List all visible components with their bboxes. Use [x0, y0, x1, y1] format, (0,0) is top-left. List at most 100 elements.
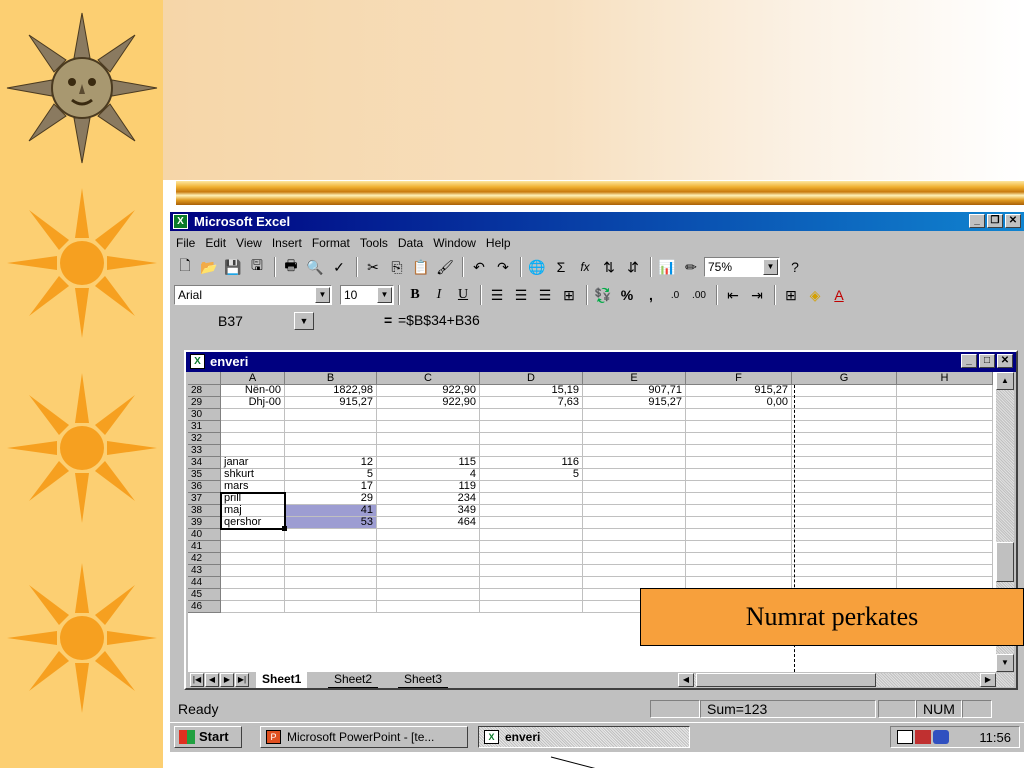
tab-sheet2[interactable]: Sheet2 — [328, 672, 379, 688]
autosum-icon[interactable]: Σ — [550, 256, 572, 278]
cell-b38[interactable]: 41 — [285, 505, 377, 517]
paste-icon[interactable]: 📋 — [410, 256, 432, 278]
minimize-button[interactable]: _ — [969, 214, 985, 228]
cell-f28[interactable]: 915,27 — [686, 385, 792, 397]
row-header[interactable]: 43 — [188, 565, 221, 577]
cell-c46[interactable] — [377, 601, 480, 613]
comma-style-icon[interactable]: , — [640, 284, 662, 306]
cell-h38[interactable] — [897, 505, 993, 517]
cell-f34[interactable] — [686, 457, 792, 469]
borders-icon[interactable]: ⊞ — [780, 284, 802, 306]
font-name-select[interactable]: Arial ▼ — [174, 285, 332, 305]
cell-d36[interactable] — [480, 481, 583, 493]
cell-c37[interactable]: 234 — [377, 493, 480, 505]
cell-a33[interactable] — [221, 445, 285, 457]
increase-decimal-icon[interactable]: .0 — [664, 284, 686, 306]
display-icon[interactable] — [915, 730, 931, 744]
workbook-restore-button[interactable]: □ — [979, 354, 995, 368]
cell-h31[interactable] — [897, 421, 993, 433]
cell-f42[interactable] — [686, 553, 792, 565]
menu-data[interactable]: Data — [398, 236, 423, 250]
column-header-b[interactable]: B — [285, 372, 377, 385]
cell-h40[interactable] — [897, 529, 993, 541]
save-icon[interactable]: 💾 — [222, 256, 244, 278]
cell-g33[interactable] — [792, 445, 897, 457]
undo-icon[interactable]: ↶ — [468, 256, 490, 278]
cell-a32[interactable] — [221, 433, 285, 445]
cell-c29[interactable]: 922,90 — [377, 397, 480, 409]
cell-g41[interactable] — [792, 541, 897, 553]
cell-a45[interactable] — [221, 589, 285, 601]
cell-e41[interactable] — [583, 541, 686, 553]
cell-g35[interactable] — [792, 469, 897, 481]
cell-c31[interactable] — [377, 421, 480, 433]
zoom-select[interactable]: 75% ▼ — [704, 257, 780, 277]
cell-b35[interactable]: 5 — [285, 469, 377, 481]
cell-b39[interactable]: 53 — [285, 517, 377, 529]
cell-a36[interactable]: mars — [221, 481, 285, 493]
cell-h29[interactable] — [897, 397, 993, 409]
cell-g38[interactable] — [792, 505, 897, 517]
cell-c39[interactable]: 464 — [377, 517, 480, 529]
cell-e32[interactable] — [583, 433, 686, 445]
row-header[interactable]: 46 — [188, 601, 221, 613]
chevron-down-icon[interactable]: ▼ — [763, 259, 778, 275]
cell-f33[interactable] — [686, 445, 792, 457]
cell-b45[interactable] — [285, 589, 377, 601]
cell-h43[interactable] — [897, 565, 993, 577]
align-left-icon[interactable]: ☰ — [486, 284, 508, 306]
scroll-down-icon[interactable]: ▼ — [996, 654, 1014, 672]
cell-e42[interactable] — [583, 553, 686, 565]
cell-d39[interactable] — [480, 517, 583, 529]
cell-d45[interactable] — [480, 589, 583, 601]
cell-d40[interactable] — [480, 529, 583, 541]
sort-descending-icon[interactable]: ⇵ — [622, 256, 644, 278]
cell-d28[interactable]: 15,19 — [480, 385, 583, 397]
row-header[interactable]: 40 — [188, 529, 221, 541]
cell-b28[interactable]: 1822,98 — [285, 385, 377, 397]
cell-e31[interactable] — [583, 421, 686, 433]
cell-d35[interactable]: 5 — [480, 469, 583, 481]
font-color-icon[interactable]: A — [828, 284, 850, 306]
menu-window[interactable]: Window — [433, 236, 476, 250]
cell-g32[interactable] — [792, 433, 897, 445]
cell-e34[interactable] — [583, 457, 686, 469]
cell-c40[interactable] — [377, 529, 480, 541]
cell-b41[interactable] — [285, 541, 377, 553]
cell-b31[interactable] — [285, 421, 377, 433]
shield-icon[interactable] — [933, 730, 949, 744]
row-header[interactable]: 35 — [188, 469, 221, 481]
row-header[interactable]: 39 — [188, 517, 221, 529]
first-sheet-icon[interactable]: |◀ — [190, 673, 204, 687]
cell-f31[interactable] — [686, 421, 792, 433]
cell-h33[interactable] — [897, 445, 993, 457]
cell-a39[interactable]: qershor — [221, 517, 285, 529]
cell-b43[interactable] — [285, 565, 377, 577]
cell-h35[interactable] — [897, 469, 993, 481]
prev-sheet-icon[interactable]: ◀ — [205, 673, 219, 687]
spelling-icon[interactable]: ✓ — [328, 256, 350, 278]
row-header[interactable]: 30 — [188, 409, 221, 421]
cell-g37[interactable] — [792, 493, 897, 505]
help-icon[interactable]: ? — [784, 256, 806, 278]
formula-input[interactable]: =$B$34+B36 — [398, 312, 480, 328]
cell-d32[interactable] — [480, 433, 583, 445]
last-sheet-icon[interactable]: ▶| — [235, 673, 249, 687]
cell-g42[interactable] — [792, 553, 897, 565]
decrease-decimal-icon[interactable]: .00 — [688, 284, 710, 306]
cell-g34[interactable] — [792, 457, 897, 469]
cell-c44[interactable] — [377, 577, 480, 589]
cell-e30[interactable] — [583, 409, 686, 421]
cell-h42[interactable] — [897, 553, 993, 565]
column-header-e[interactable]: E — [583, 372, 686, 385]
row-header[interactable]: 33 — [188, 445, 221, 457]
cell-h36[interactable] — [897, 481, 993, 493]
cell-h41[interactable] — [897, 541, 993, 553]
hyperlink-icon[interactable]: 🌐 — [526, 256, 548, 278]
cell-c33[interactable] — [377, 445, 480, 457]
row-header[interactable]: 28 — [188, 385, 221, 397]
menu-file[interactable]: File — [176, 236, 195, 250]
cell-h32[interactable] — [897, 433, 993, 445]
cell-h39[interactable] — [897, 517, 993, 529]
chevron-down-icon[interactable]: ▼ — [377, 287, 392, 303]
